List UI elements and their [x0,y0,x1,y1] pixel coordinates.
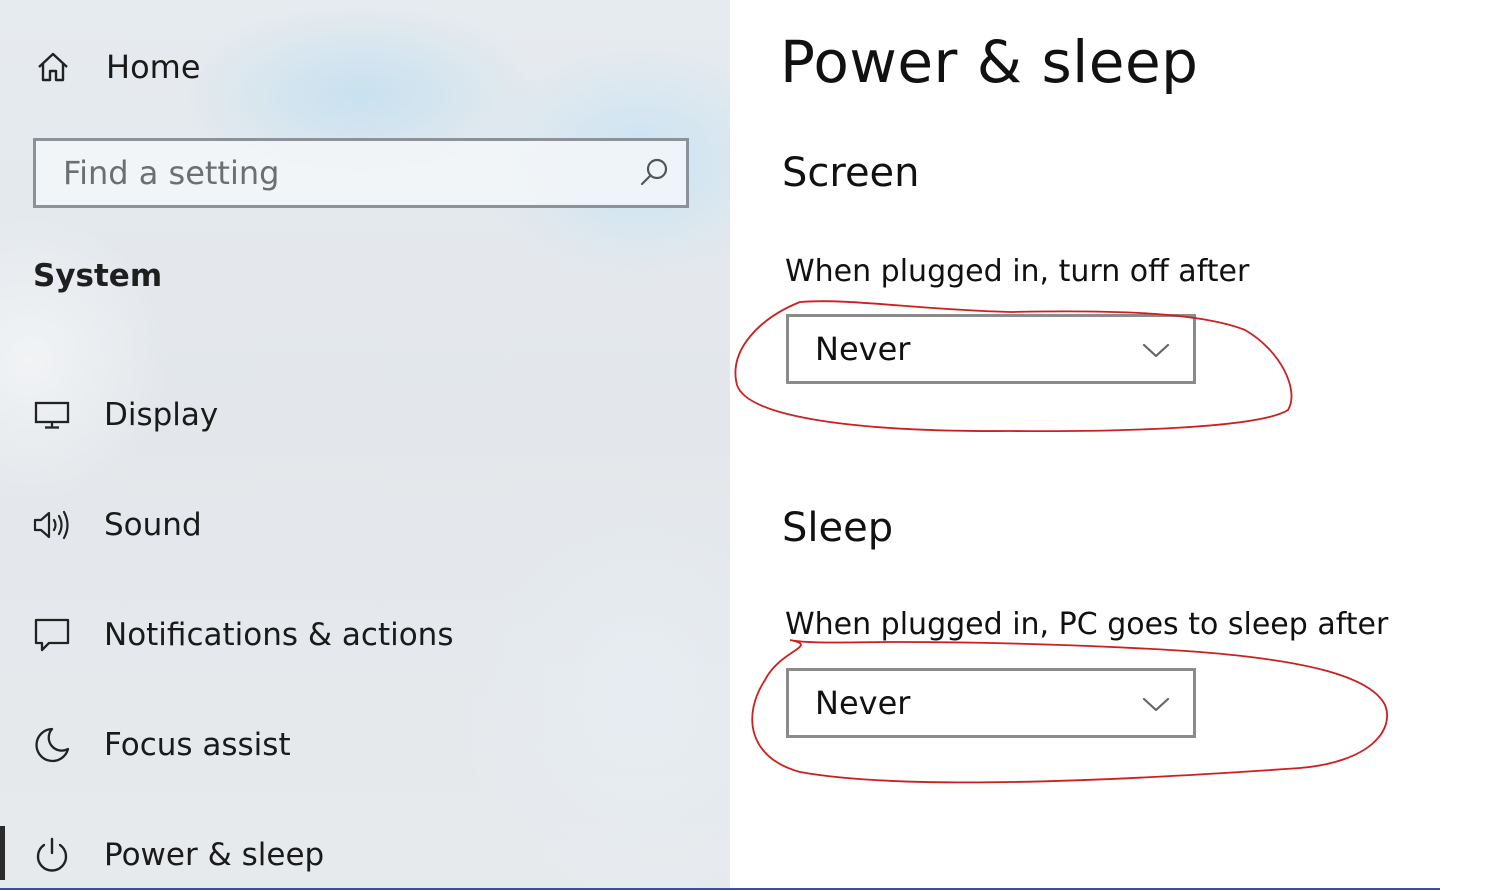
bottom-border [0,888,1440,890]
screen-timeout-label: When plugged in, turn off after [785,254,1250,289]
nav-home-label: Home [106,48,201,86]
search-input[interactable] [61,153,625,193]
page-title: Power & sleep [780,28,1199,96]
sidebar-item-notifications[interactable]: Notifications & actions [30,603,670,667]
search-icon[interactable] [636,155,672,191]
home-icon [30,44,76,90]
monitor-icon [30,393,74,437]
screen-timeout-dropdown[interactable]: Never [786,314,1196,384]
search-box[interactable] [33,138,689,208]
sidebar-item-label: Sound [104,507,202,543]
moon-icon [30,723,74,767]
sidebar: Home System Display [0,0,730,889]
selection-indicator [0,826,5,880]
sidebar-item-label: Focus assist [104,727,291,763]
dropdown-value: Never [815,684,911,722]
sidebar-item-focus-assist[interactable]: Focus assist [30,713,670,777]
sidebar-item-display[interactable]: Display [30,383,670,447]
chevron-down-icon [1141,339,1171,361]
sidebar-item-power-sleep[interactable]: Power & sleep [30,823,670,887]
section-title-system: System [33,258,163,294]
chevron-down-icon [1141,693,1171,715]
power-icon [30,833,74,877]
sidebar-item-label: Display [104,397,219,433]
nav-home[interactable]: Home [30,40,430,94]
main-content: Power & sleep Screen When plugged in, tu… [730,0,1490,889]
speaker-icon [30,503,74,547]
sleep-timeout-label: When plugged in, PC goes to sleep after [785,607,1389,642]
sidebar-item-sound[interactable]: Sound [30,493,670,557]
dropdown-value: Never [815,330,911,368]
sidebar-item-label: Power & sleep [104,837,325,873]
sidebar-item-label: Notifications & actions [104,617,454,653]
section-heading-sleep: Sleep [782,505,894,551]
sleep-timeout-dropdown[interactable]: Never [786,668,1196,738]
notification-icon [30,613,74,657]
section-heading-screen: Screen [782,150,920,196]
